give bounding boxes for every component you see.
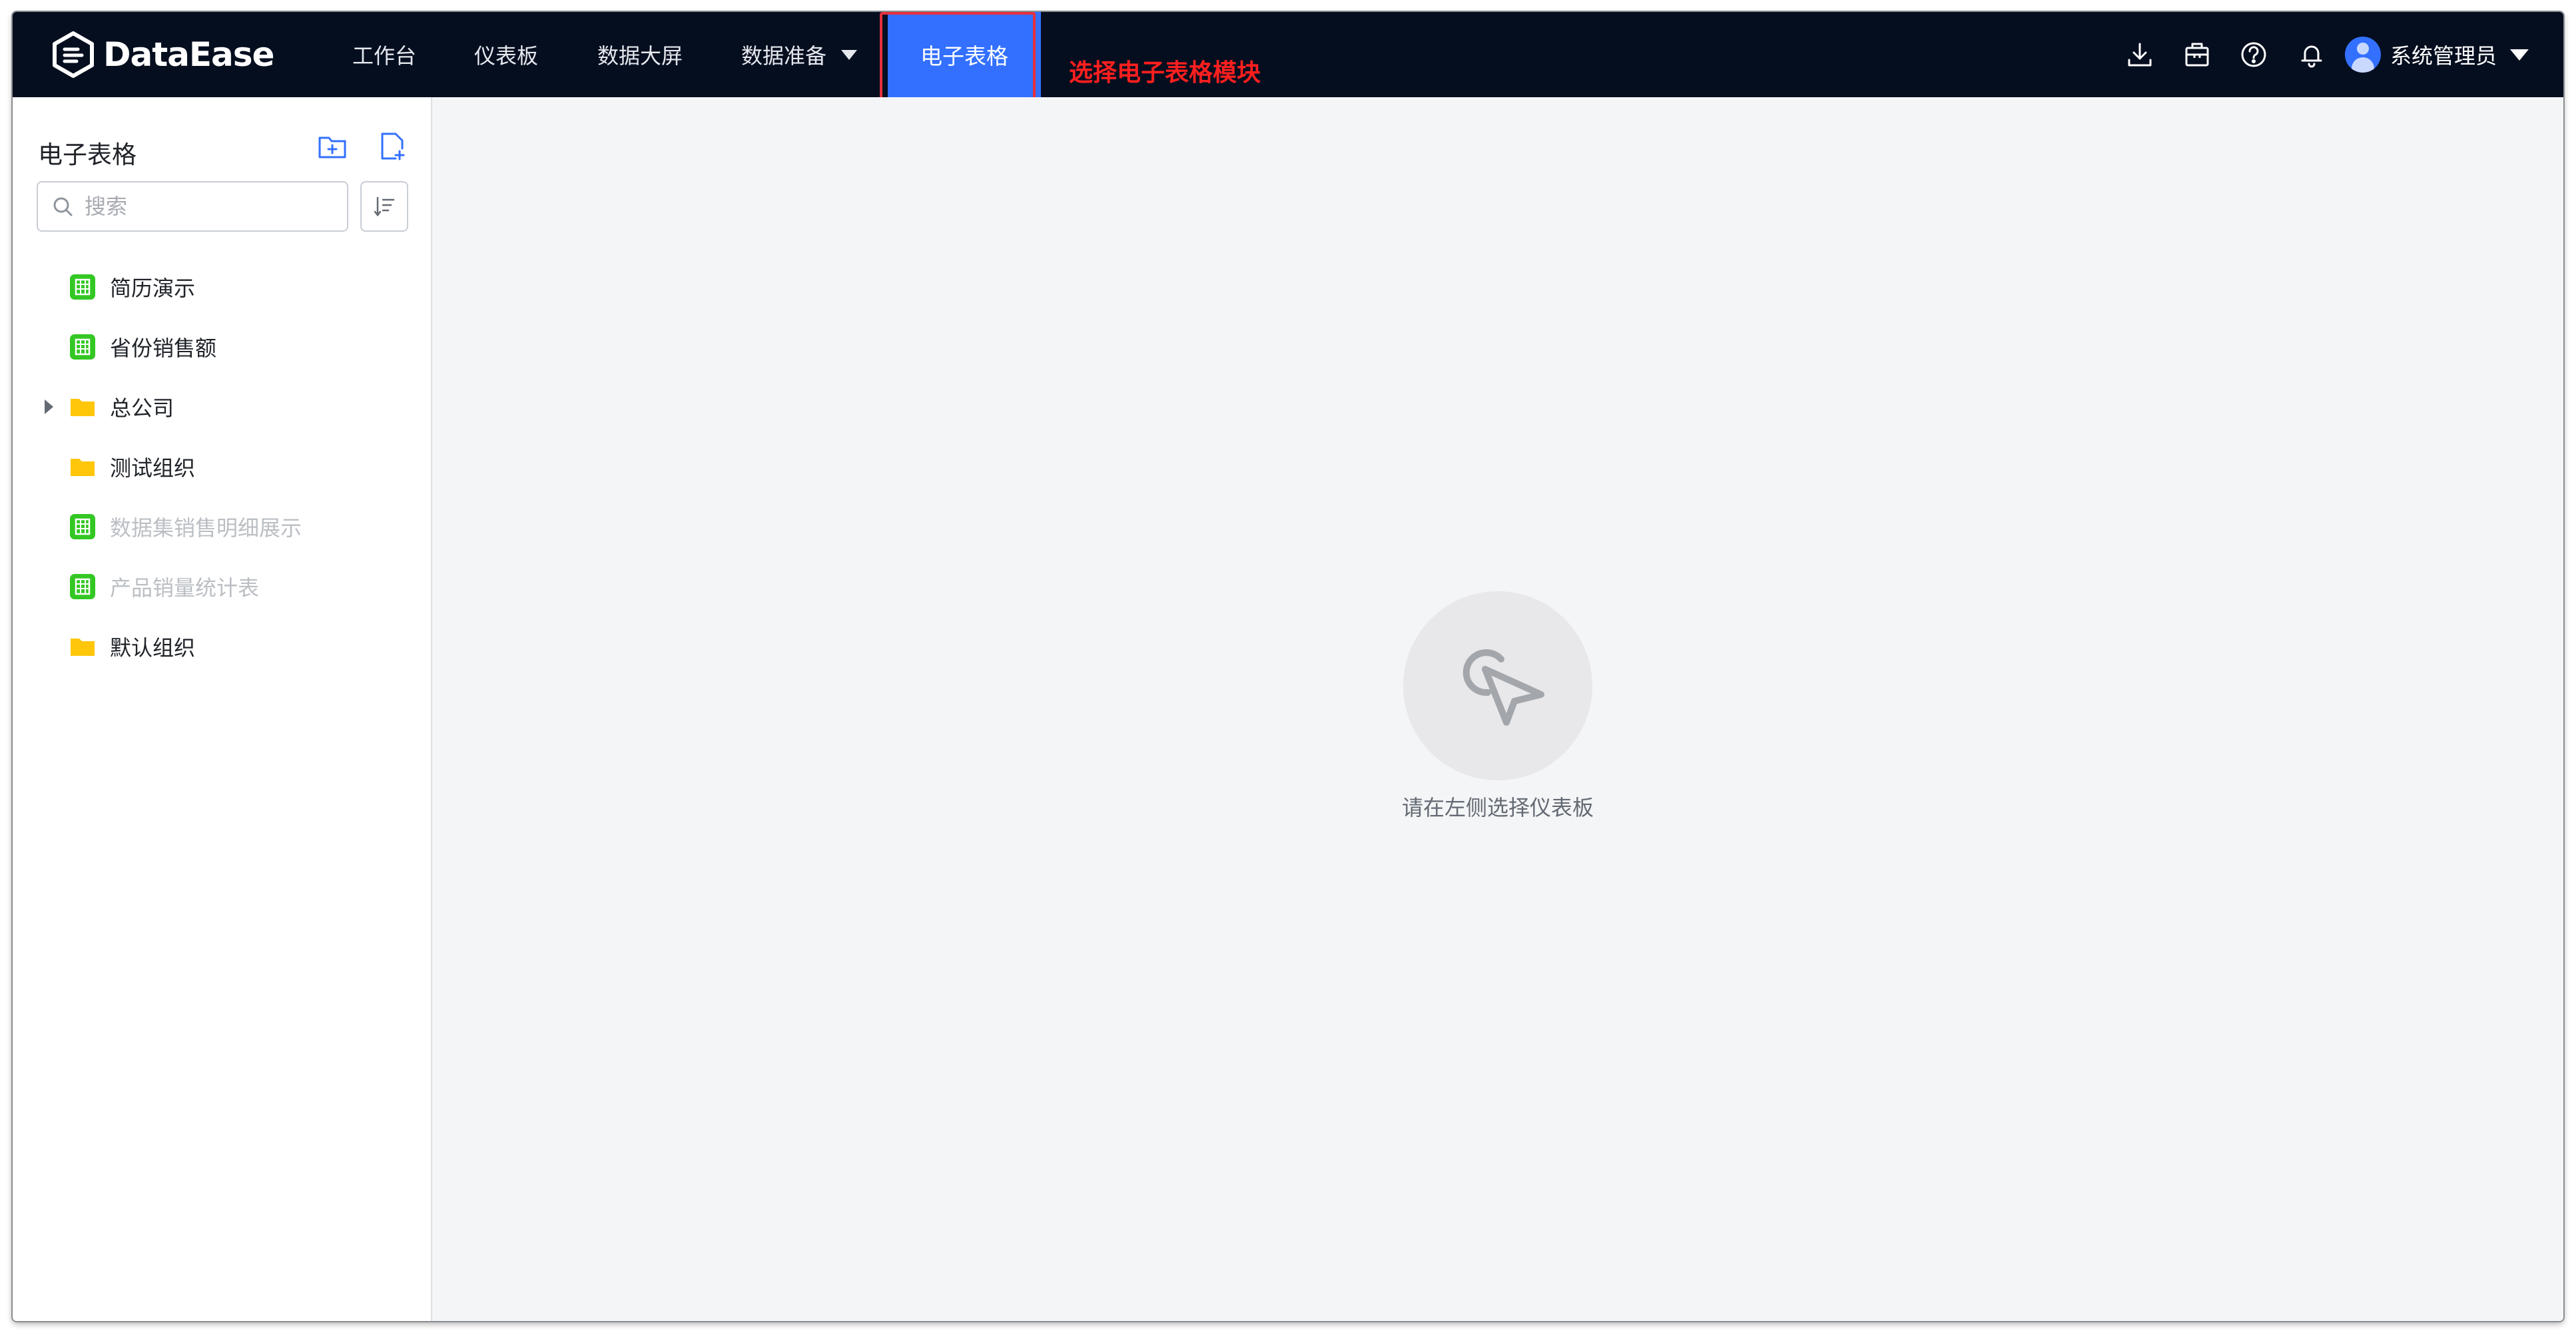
- spreadsheet-icon: [69, 333, 97, 361]
- nav-workbench[interactable]: 工作台: [352, 12, 416, 97]
- tree-item-label: 简历演示: [110, 276, 196, 301]
- nav-data-prep[interactable]: 数据准备: [741, 12, 858, 97]
- tree-item-label: 数据集销售明细展示: [110, 515, 302, 541]
- tree-item-folder[interactable]: 默认组织: [13, 617, 431, 676]
- sidebar-title: 电子表格: [38, 140, 137, 169]
- tree-item-label: 总公司: [110, 396, 174, 421]
- search-icon: [53, 197, 73, 216]
- new-spreadsheet-button[interactable]: [374, 128, 411, 165]
- annotation-label: 选择电子表格模块: [1069, 59, 1261, 87]
- chevron-down-icon: [2510, 49, 2529, 61]
- tree-item-label: 测试组织: [110, 455, 196, 481]
- folder-icon: [69, 393, 97, 421]
- sort-icon: [374, 196, 395, 217]
- brand-name: DataEase: [103, 35, 274, 74]
- main-content: 请在左侧选择仪表板: [432, 97, 2563, 1321]
- nav-dashboard[interactable]: 仪表板: [474, 12, 538, 97]
- tree-item-folder[interactable]: 总公司: [13, 377, 431, 437]
- tree-item-folder[interactable]: 测试组织: [13, 437, 431, 497]
- tree-item-label: 默认组织: [110, 635, 196, 661]
- tree-item-sheet[interactable]: 简历演示: [13, 257, 431, 317]
- new-folder-button[interactable]: [314, 128, 351, 165]
- tree-item-sheet[interactable]: 产品销量统计表: [13, 557, 431, 617]
- search-box[interactable]: [37, 181, 348, 232]
- user-name: 系统管理员: [2390, 43, 2497, 69]
- dataease-logo-icon: [53, 31, 94, 78]
- help-icon[interactable]: [2238, 39, 2270, 71]
- user-menu[interactable]: 系统管理员: [2345, 12, 2529, 97]
- empty-state-illustration: [1403, 591, 1592, 780]
- folder-add-icon: [318, 136, 346, 158]
- nav-data-prep-label: 数据准备: [741, 43, 827, 69]
- cursor-click-icon: [1462, 649, 1544, 726]
- nav-spreadsheet[interactable]: 电子表格: [888, 12, 1041, 97]
- chevron-down-icon: [841, 49, 858, 60]
- tree-item-label: 省份销售额: [110, 336, 217, 361]
- download-icon[interactable]: [2124, 39, 2156, 71]
- folder-icon: [69, 633, 97, 661]
- avatar: [2345, 37, 2381, 73]
- tree-item-sheet[interactable]: 数据集销售明细展示: [13, 497, 431, 557]
- spreadsheet-icon: [69, 273, 97, 301]
- spreadsheet-icon: [69, 513, 97, 541]
- caret-right-icon[interactable]: [45, 400, 53, 414]
- sidebar: 电子表格 简历演示: [13, 97, 432, 1321]
- app-logo[interactable]: DataEase: [50, 12, 274, 97]
- spreadsheet-icon: [69, 573, 97, 601]
- empty-state-text: 请在左侧选择仪表板: [1401, 795, 1594, 820]
- bell-icon[interactable]: [2296, 39, 2328, 71]
- app-window: DataEase 工作台 仪表板 数据大屏 数据准备 电子表格 选择电子表格模块: [13, 12, 2563, 1321]
- tree-item-sheet[interactable]: 省份销售额: [13, 317, 431, 377]
- toolbox-icon[interactable]: [2181, 39, 2213, 71]
- nav-data-screen[interactable]: 数据大屏: [597, 12, 683, 97]
- file-add-icon: [381, 133, 405, 160]
- sort-button[interactable]: [360, 181, 408, 232]
- search-input[interactable]: [85, 194, 338, 219]
- tree-item-label: 产品销量统计表: [110, 575, 260, 601]
- top-navigation-bar: DataEase 工作台 仪表板 数据大屏 数据准备 电子表格 选择电子表格模块: [13, 12, 2563, 103]
- folder-icon: [69, 453, 97, 481]
